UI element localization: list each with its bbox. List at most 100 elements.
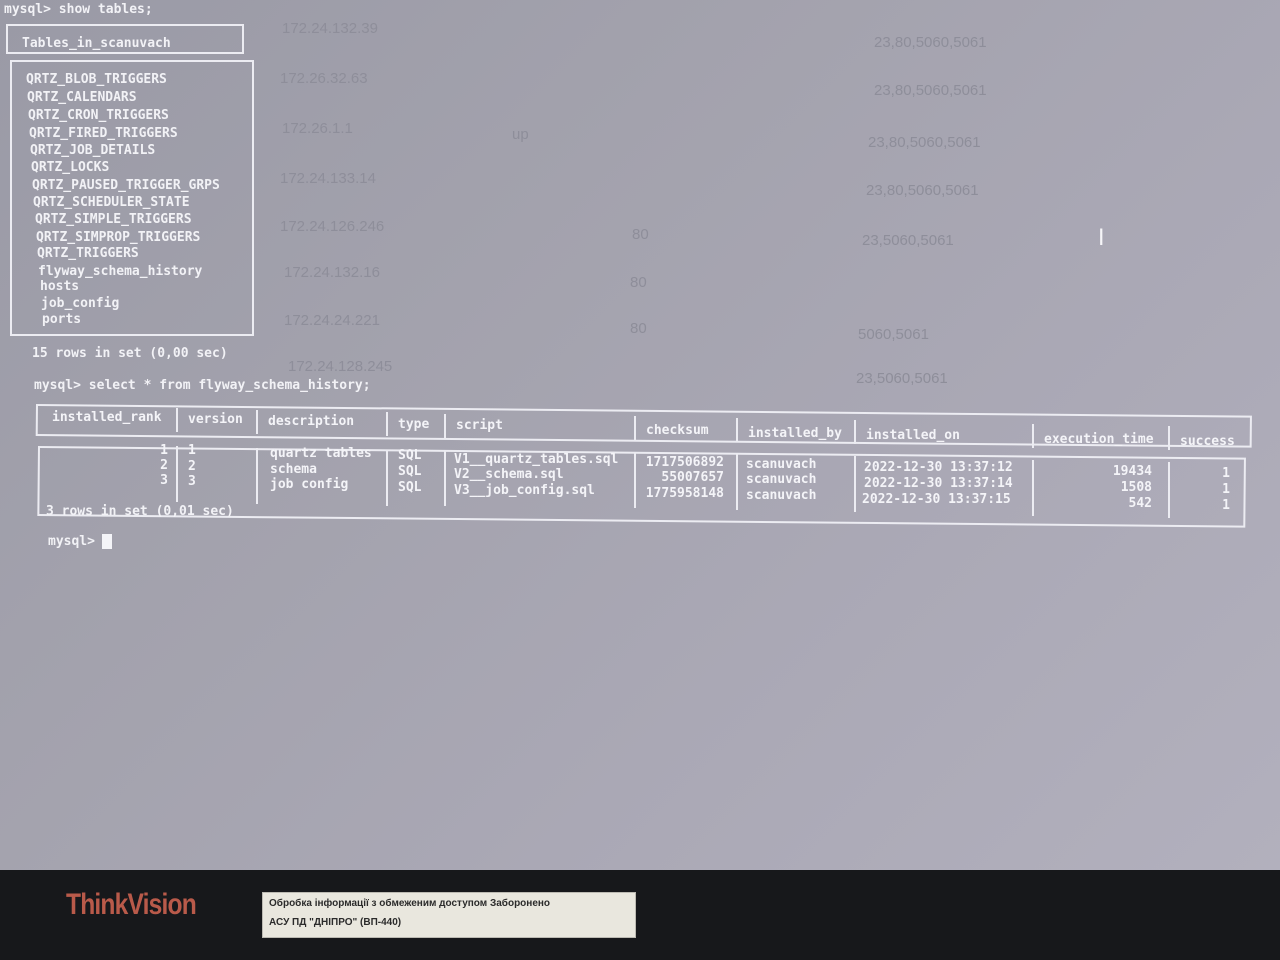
table-name: QRTZ_LOCKS [31,160,110,175]
column-header: description [268,414,355,429]
ghost-text: 172.24.133.14 [280,170,376,187]
table-name: QRTZ_JOB_DETAILS [30,143,156,158]
column-divider [256,410,258,434]
column-header: execution_time [1044,432,1154,447]
cell-type: SQL [398,480,422,495]
cell-checksum: 55007657 [661,470,724,485]
column-divider [854,456,856,512]
ghost-text: 23,80,5060,5061 [874,34,987,51]
table-name: ports [42,312,82,327]
cell-installed-by: scanuvach [746,472,817,487]
column-header: version [188,412,243,427]
cell-description: schema [270,462,317,477]
cell-version: 2 [188,459,196,474]
cell-installed-by: scanuvach [746,457,817,472]
terminal-cursor[interactable] [102,534,112,549]
column-header: success [1180,434,1235,449]
cell-script: V2__schema.sql [454,467,564,482]
table-name: QRTZ_CALENDARS [27,90,137,105]
cell-execution-time: 1508 [1120,480,1152,495]
column-header: type [398,417,430,432]
column-divider [1168,462,1170,518]
command-select-history: mysql> select * from flyway_schema_histo… [34,378,371,393]
column-divider [634,416,636,440]
ghost-text: 172.24.132.39 [282,20,378,37]
column-divider [444,450,446,506]
cell-installed-on: 2022-12-30 13:37:12 [864,460,1013,475]
command-show-tables: mysql> show tables; [4,2,153,17]
tables-summary: 15 rows in set (0,00 sec) [32,346,228,361]
column-divider [386,450,388,506]
ghost-text: 23,5060,5061 [856,370,948,387]
ghost-text: 5060,5061 [858,326,929,343]
history-summary: 3 rows in set (0,01 sec) [46,504,234,519]
security-sticker: Обробка інформації з обмеженим доступом … [262,892,636,938]
column-divider [386,412,388,436]
ibeam-cursor-icon: I [1098,226,1105,251]
cell-installed-rank: 2 [160,458,168,473]
table-name: QRTZ_SIMPLE_TRIGGERS [35,212,192,227]
ghost-text: 80 [630,320,647,337]
column-divider [736,454,738,510]
cell-installed-by: scanuvach [746,488,817,503]
cell-version: 3 [188,474,196,489]
table-name: hosts [40,279,80,294]
monitor-screen: 172.24.132.39 23,80,5060,5061 172.26.32.… [0,0,1280,880]
cell-installed-on: 2022-12-30 13:37:15 [862,492,1011,507]
tables-header: Tables_in_scanuvach [22,36,171,51]
ghost-text: 172.26.32.63 [280,70,368,87]
cell-type: SQL [398,448,422,463]
ghost-text: 80 [632,226,649,243]
table-name: flyway_schema_history [38,264,203,279]
table-name: QRTZ_SCHEDULER_STATE [33,195,190,210]
ghost-text: 172.24.128.245 [288,358,393,375]
column-divider [854,420,856,444]
ghost-text: 172.26.1.1 [282,120,353,137]
column-divider [1168,426,1170,450]
column-divider [736,418,738,442]
cell-execution-time: 542 [1128,496,1152,511]
cell-success: 1 [1222,498,1230,513]
cell-installed-rank: 3 [160,473,168,488]
ghost-text: 172.24.24.221 [284,312,380,329]
ghost-text: 172.24.132.16 [284,264,380,281]
column-header: script [456,418,503,433]
brand-logo: ThinkVision [66,888,197,921]
ghost-text: 23,80,5060,5061 [868,134,981,151]
cell-description: quartz tables [270,446,372,461]
column-divider [176,446,178,502]
ghost-text: 172.24.126.246 [280,218,385,235]
cell-execution-time: 19434 [1112,464,1152,479]
command-prompt: mysql> [48,534,95,549]
table-name: QRTZ_PAUSED_TRIGGER_GRPS [32,178,220,193]
cell-version: 1 [188,443,196,458]
table-name: QRTZ_SIMPROP_TRIGGERS [36,230,201,245]
ghost-text: up [512,126,529,143]
ghost-text: 23,80,5060,5061 [874,82,987,99]
cell-checksum: 1775958148 [645,486,724,501]
ghost-text: 23,80,5060,5061 [866,182,979,199]
cell-installed-on: 2022-12-30 13:37:14 [864,476,1013,491]
column-divider [444,414,446,438]
cell-script: V3__job_config.sql [454,483,595,498]
sticker-line: АСУ ПД "ДНІПРО" (ВП-440) [269,917,402,928]
cell-description: job config [270,477,349,492]
cell-script: V1__quartz_tables.sql [454,452,619,467]
table-name: QRTZ_TRIGGERS [37,246,139,261]
table-name: QRTZ_FIRED_TRIGGERS [29,126,178,141]
sticker-line: Обробка інформації з обмеженим доступом … [269,898,551,909]
ghost-text: 23,5060,5061 [862,232,954,249]
table-name: QRTZ_CRON_TRIGGERS [28,108,169,123]
ghost-text: 80 [630,274,647,291]
column-header: checksum [646,423,709,438]
table-name: QRTZ_BLOB_TRIGGERS [26,72,167,87]
cell-success: 1 [1222,482,1230,497]
cell-type: SQL [398,464,422,479]
cell-checksum: 1717506892 [645,455,724,470]
table-name: job_config [41,296,120,311]
cell-success: 1 [1222,466,1230,481]
column-header: installed_by [748,426,842,441]
column-header: installed_on [866,428,960,443]
column-divider [256,448,258,504]
column-divider [1032,424,1034,448]
